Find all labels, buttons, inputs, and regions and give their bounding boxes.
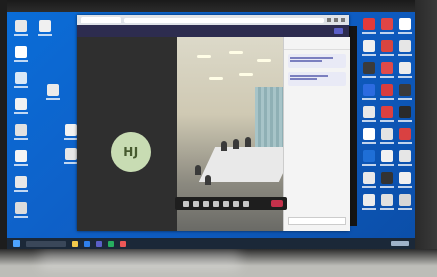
monitor-bezel-top <box>0 0 437 12</box>
share-icon[interactable] <box>243 200 249 207</box>
chat-panel <box>283 37 350 231</box>
desktop-icon[interactable] <box>361 194 377 214</box>
desktop-icon[interactable] <box>13 202 29 222</box>
screen-glare <box>40 250 240 270</box>
attendee <box>205 175 211 185</box>
desktop-icon[interactable] <box>361 106 377 126</box>
ceiling-light <box>229 51 243 54</box>
desktop-icon[interactable] <box>361 84 377 104</box>
desktop-icon[interactable] <box>397 150 413 170</box>
meeting-action-button[interactable] <box>334 28 343 34</box>
attendee <box>195 165 201 175</box>
microphone-icon[interactable] <box>233 200 239 207</box>
conference-table <box>198 147 283 182</box>
desktop-icon[interactable] <box>379 172 395 192</box>
ceiling-light <box>257 59 271 62</box>
browser-icon[interactable] <box>84 240 90 247</box>
desktop-icon[interactable] <box>37 20 53 40</box>
ceiling-light <box>197 55 211 58</box>
desktop-icon[interactable] <box>379 18 395 38</box>
teams-icon[interactable] <box>96 240 102 247</box>
secondary-panel <box>349 26 357 226</box>
desktop-icon[interactable] <box>379 106 395 126</box>
chat-input[interactable] <box>288 217 346 225</box>
desktop-icon[interactable] <box>397 106 413 126</box>
windows-desktop: HJ <box>7 12 415 249</box>
desktop-icon[interactable] <box>379 62 395 82</box>
minimize-icon[interactable] <box>327 18 331 22</box>
desktop-icon[interactable] <box>397 62 413 82</box>
desktop-icon[interactable] <box>397 40 413 60</box>
attendee <box>233 139 239 149</box>
participant-avatar: HJ <box>111 132 151 172</box>
address-bar[interactable] <box>124 17 324 23</box>
desktop-icon[interactable] <box>379 84 395 104</box>
participant-tile: HJ <box>77 37 177 231</box>
taskbar-search[interactable] <box>26 240 66 247</box>
chat-message <box>288 72 346 86</box>
desktop-icon[interactable] <box>379 128 395 148</box>
desktop-icon[interactable] <box>13 20 29 40</box>
maximize-icon[interactable] <box>334 18 338 22</box>
chat-icon[interactable] <box>183 200 189 207</box>
call-controls <box>175 197 287 210</box>
desktop-icon[interactable] <box>397 194 413 214</box>
app-icon[interactable] <box>108 240 114 247</box>
desktop-icon[interactable] <box>13 98 29 118</box>
meeting-stage: HJ <box>77 37 350 231</box>
desktop-icon[interactable] <box>13 124 29 144</box>
monitor-bezel-right <box>415 0 437 277</box>
app-icon[interactable] <box>120 240 126 247</box>
desktop-icon[interactable] <box>13 72 29 92</box>
chat-message <box>288 54 346 68</box>
chat-header <box>284 37 350 50</box>
desktop-icon[interactable] <box>361 150 377 170</box>
desktop-icon[interactable] <box>379 40 395 60</box>
more-icon[interactable] <box>213 200 219 207</box>
start-icon[interactable] <box>13 240 20 247</box>
desktop-icon[interactable] <box>397 128 413 148</box>
close-icon[interactable] <box>341 18 345 22</box>
desktop-icon[interactable] <box>361 172 377 192</box>
desktop-icon[interactable] <box>361 128 377 148</box>
desktop-icon[interactable] <box>379 150 395 170</box>
desktop-icon[interactable] <box>361 62 377 82</box>
desktop-icon[interactable] <box>397 18 413 38</box>
browser-tab[interactable] <box>81 17 121 23</box>
desktop-icon[interactable] <box>13 150 29 170</box>
file-explorer-icon[interactable] <box>72 240 78 247</box>
desktop-icon[interactable] <box>45 84 61 104</box>
attendee <box>221 141 227 151</box>
monitor-bezel-left <box>0 0 7 277</box>
raise-hand-icon[interactable] <box>203 200 209 207</box>
camera-icon[interactable] <box>223 200 229 207</box>
teams-meeting-window: HJ <box>77 15 350 231</box>
windows-taskbar <box>7 238 415 249</box>
desktop-icon[interactable] <box>13 46 29 66</box>
desktop-icon[interactable] <box>379 194 395 214</box>
meeting-titlebar <box>77 25 349 37</box>
desktop-icon[interactable] <box>361 18 377 38</box>
people-icon[interactable] <box>193 200 199 207</box>
leave-call-button[interactable] <box>271 200 283 207</box>
desktop-icon[interactable] <box>397 172 413 192</box>
desktop-icon[interactable] <box>13 176 29 196</box>
system-clock <box>391 241 409 246</box>
desktop-icon[interactable] <box>397 84 413 104</box>
browser-toolbar <box>77 15 349 25</box>
attendee <box>245 137 251 147</box>
ceiling-light <box>209 77 223 80</box>
desktop-icon[interactable] <box>361 40 377 60</box>
ceiling-light <box>239 73 253 76</box>
